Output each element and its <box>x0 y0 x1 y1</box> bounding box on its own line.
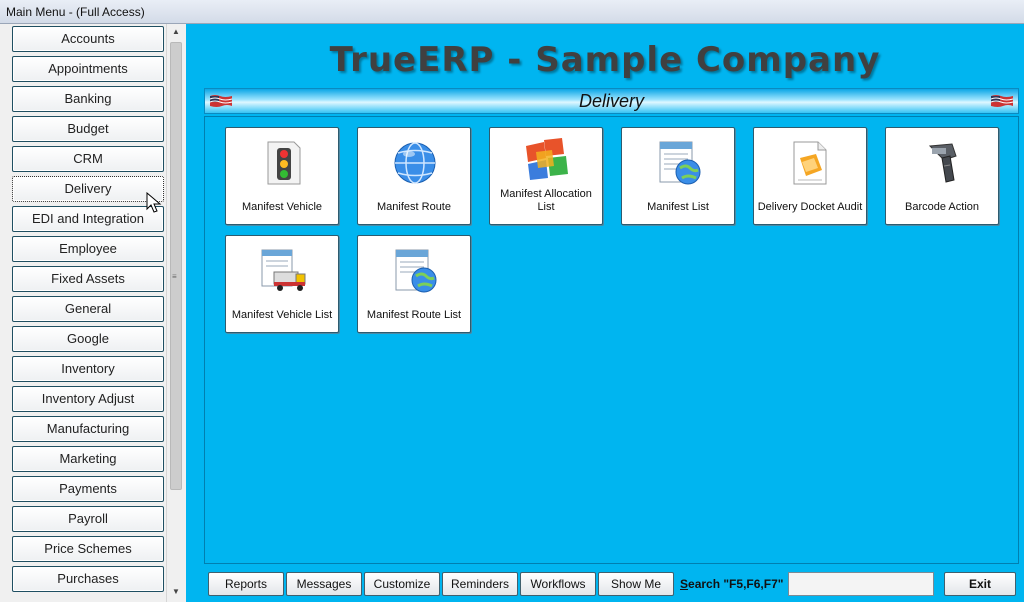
workflows-button[interactable]: Workflows <box>520 572 596 596</box>
tile-label: Manifest Route <box>377 200 451 213</box>
bottom-toolbar: Reports Messages Customize Reminders Wor… <box>186 566 1024 602</box>
sidebar-item-employee[interactable]: Employee <box>12 236 164 262</box>
customize-button[interactable]: Customize <box>364 572 440 596</box>
sidebar-item-inventory-adjust[interactable]: Inventory Adjust <box>12 386 164 412</box>
sidebar-item-marketing[interactable]: Marketing <box>12 446 164 472</box>
reports-button[interactable]: Reports <box>208 572 284 596</box>
sidebar-item-general[interactable]: General <box>12 296 164 322</box>
sidebar-item-delivery[interactable]: Delivery <box>12 176 164 202</box>
company-title: TrueERP - Sample Company <box>329 40 881 80</box>
grip-icon: ≡ <box>172 272 177 281</box>
document-audit-icon <box>793 141 827 185</box>
function-tile-area: Manifest Vehicle Manifest Route Manifest… <box>204 116 1019 564</box>
list-truck-icon <box>261 249 306 291</box>
scroll-up-icon[interactable]: ▲ <box>167 24 185 40</box>
sidebar-item-fixed-assets[interactable]: Fixed Assets <box>12 266 164 292</box>
sidebar-item-crm[interactable]: CRM <box>12 146 164 172</box>
mouse-cursor-icon <box>146 192 162 213</box>
sidebar-item-price-schemes[interactable]: Price Schemes <box>12 536 164 562</box>
tile-manifest-route-list[interactable]: Manifest Route List <box>357 235 471 333</box>
tile-barcode-action[interactable]: Barcode Action <box>885 127 999 225</box>
search-label: Search "F5,F6,F7" <box>680 577 783 591</box>
list-globe-icon <box>395 249 437 293</box>
module-sidebar: Accounts Appointments Banking Budget CRM… <box>0 24 186 602</box>
search-input[interactable] <box>788 572 934 596</box>
list-globe-icon <box>659 141 701 185</box>
messages-button[interactable]: Messages <box>286 572 362 596</box>
traffic-light-icon <box>267 141 301 185</box>
sidebar-item-edi-and-integration[interactable]: EDI and Integration <box>12 206 164 232</box>
flag-icon <box>990 95 1014 107</box>
tile-delivery-docket-audit[interactable]: Delivery Docket Audit <box>753 127 867 225</box>
sidebar-item-appointments[interactable]: Appointments <box>12 56 164 82</box>
tile-label: Manifest List <box>647 200 709 213</box>
globe-icon <box>394 142 436 184</box>
barcode-scanner-icon <box>928 143 957 183</box>
section-title: Delivery <box>578 91 644 111</box>
tile-label: Delivery Docket Audit <box>757 200 863 213</box>
tile-label: Manifest Vehicle List <box>231 308 333 321</box>
tile-manifest-allocation-list[interactable]: Manifest Allocation List <box>489 127 603 225</box>
tile-manifest-vehicle-list[interactable]: Manifest Vehicle List <box>225 235 339 333</box>
main-panel: TrueERP - Sample Company Delivery Manife… <box>186 24 1024 602</box>
tile-manifest-route[interactable]: Manifest Route <box>357 127 471 225</box>
tile-label: Barcode Action <box>905 200 979 213</box>
scroll-down-icon[interactable]: ▼ <box>167 584 185 600</box>
sidebar-item-google[interactable]: Google <box>12 326 164 352</box>
sidebar-item-manufacturing[interactable]: Manufacturing <box>12 416 164 442</box>
tile-label: Manifest Vehicle <box>241 200 323 213</box>
tile-manifest-list[interactable]: Manifest List <box>621 127 735 225</box>
sidebar-item-payments[interactable]: Payments <box>12 476 164 502</box>
sidebar-item-accounts[interactable]: Accounts <box>12 26 164 52</box>
search-label-hotkey: S <box>680 577 689 591</box>
exit-button[interactable]: Exit <box>944 572 1016 596</box>
window-title: Main Menu - (Full Access) <box>0 0 1024 24</box>
reminders-button[interactable]: Reminders <box>442 572 518 596</box>
colored-blocks-icon <box>526 138 568 180</box>
search-label-text: earch "F5,F6,F7" <box>688 577 784 591</box>
sidebar-item-budget[interactable]: Budget <box>12 116 164 142</box>
section-header: Delivery <box>204 88 1019 114</box>
sidebar-item-payroll[interactable]: Payroll <box>12 506 164 532</box>
scrollbar-thumb[interactable] <box>170 42 182 490</box>
tile-manifest-vehicle[interactable]: Manifest Vehicle <box>225 127 339 225</box>
tile-label: Manifest Allocation List <box>500 188 592 213</box>
show-me-button[interactable]: Show Me <box>598 572 674 596</box>
sidebar-item-purchases[interactable]: Purchases <box>12 566 164 592</box>
tile-label: Manifest Route List <box>366 308 462 321</box>
sidebar-item-inventory[interactable]: Inventory <box>12 356 164 382</box>
sidebar-scrollbar[interactable]: ▲ ≡ ▼ <box>166 24 185 602</box>
sidebar-item-banking[interactable]: Banking <box>12 86 164 112</box>
